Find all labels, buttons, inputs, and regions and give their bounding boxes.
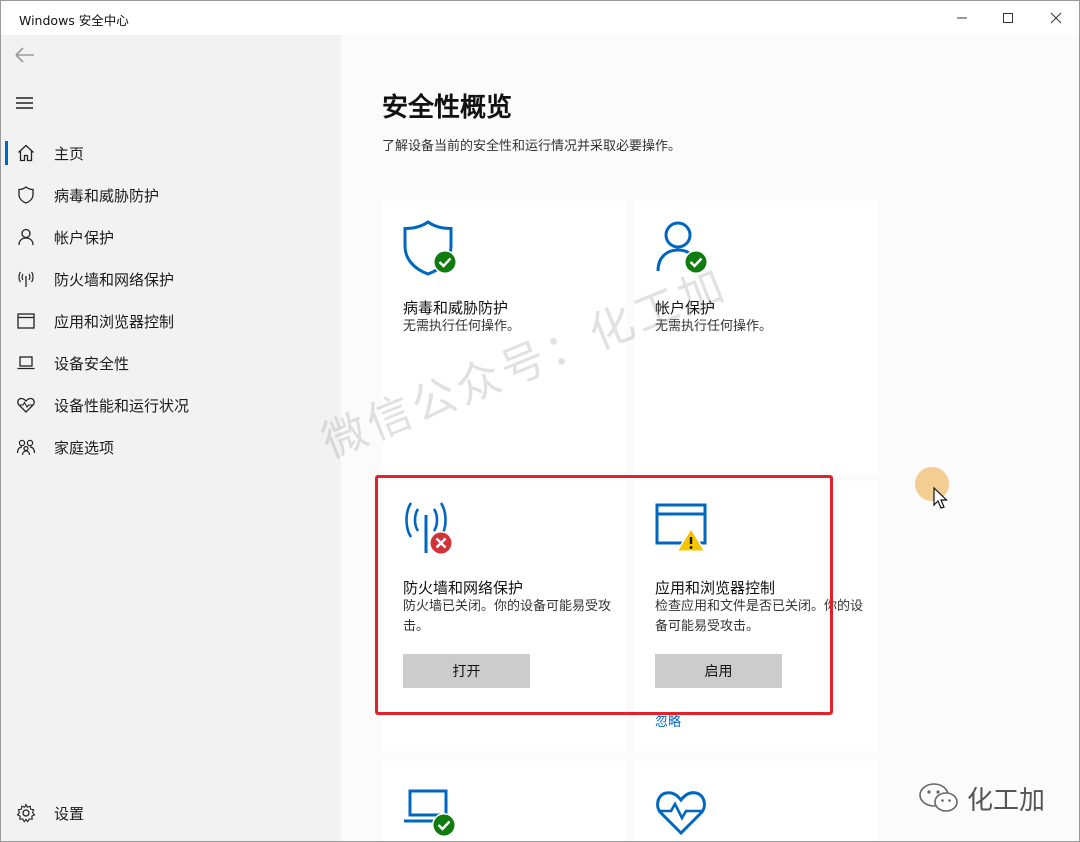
- sidebar-item-account-protection[interactable]: 帐户保护: [1, 217, 341, 257]
- gear-icon: [16, 803, 36, 823]
- brand-text: 化工加: [967, 785, 1046, 816]
- card-device-health[interactable]: [634, 761, 878, 841]
- card-title: 防火墙和网络保护: [403, 579, 524, 597]
- sidebar-item-virus-protection[interactable]: 病毒和威胁防护: [1, 175, 341, 215]
- window-warning-icon: [655, 503, 707, 552]
- minimize-button[interactable]: [937, 1, 987, 35]
- laptop-icon: [17, 356, 35, 370]
- family-icon: [16, 439, 36, 456]
- sidebar-item-label: 帐户保护: [54, 229, 115, 247]
- minimize-icon: [957, 17, 967, 19]
- sidebar-item-label: 病毒和威胁防护: [54, 187, 160, 205]
- back-button[interactable]: [13, 45, 37, 65]
- sidebar-item-device-health[interactable]: 设备性能和运行状况: [1, 385, 341, 425]
- sidebar-item-label: 防火墙和网络保护: [54, 271, 175, 289]
- card-firewall[interactable]: 防火墙和网络保护 防火墙已关闭。你的设备可能易受攻击。 打开: [382, 481, 626, 751]
- sidebar-item-label: 应用和浏览器控制: [54, 313, 175, 331]
- sidebar-item-device-security[interactable]: 设备安全性: [1, 343, 341, 383]
- card-description: 防火墙已关闭。你的设备可能易受攻击。: [403, 599, 612, 634]
- enable-button[interactable]: 启用: [655, 654, 782, 688]
- card-account-protection[interactable]: 帐户保护 无需执行任何操作。: [634, 201, 878, 475]
- person-check-icon: [656, 221, 708, 274]
- sidebar-item-family-options[interactable]: 家庭选项: [1, 427, 341, 467]
- card-app-browser-control[interactable]: 应用和浏览器控制 检查应用和文件是否已关闭。你的设备可能易受攻击。 启用 忽略: [634, 481, 878, 751]
- laptop-check-icon: [404, 789, 456, 837]
- windows-security-window: Windows 安全中心 主页 病毒和威胁防护 帐户保护 防火墙和网络保护 应用…: [0, 0, 1080, 842]
- close-button[interactable]: [1031, 1, 1079, 35]
- wechat-icon: [919, 783, 958, 812]
- main-content: 安全性概览 了解设备当前的安全性和运行情况并采取必要操作。 病毒和威胁防护 无需…: [341, 35, 1079, 841]
- page-title: 安全性概览: [382, 93, 513, 123]
- window-icon: [17, 313, 35, 329]
- card-description: 检查应用和文件是否已关闭。你的设备可能易受攻击。: [655, 599, 864, 634]
- mouse-pointer-icon: [933, 487, 948, 509]
- sidebar: 主页 病毒和威胁防护 帐户保护 防火墙和网络保护 应用和浏览器控制 设备安全性 …: [1, 35, 341, 841]
- card-title: 帐户保护: [655, 299, 716, 317]
- card-title: 应用和浏览器控制: [655, 579, 776, 597]
- page-description: 了解设备当前的安全性和运行情况并采取必要操作。: [382, 139, 682, 154]
- sidebar-item-settings[interactable]: 设置: [1, 793, 341, 833]
- card-description: 无需执行任何操作。: [655, 319, 773, 334]
- antenna-icon: [18, 271, 34, 287]
- sidebar-item-label: 设备安全性: [54, 355, 130, 373]
- settings-label: 设置: [54, 805, 85, 823]
- maximize-icon: [1003, 13, 1013, 23]
- close-icon: [1050, 12, 1062, 24]
- card-virus-protection[interactable]: 病毒和威胁防护 无需执行任何操作。: [382, 201, 626, 475]
- title-bar: Windows 安全中心: [1, 1, 1079, 35]
- turn-on-firewall-button[interactable]: 打开: [403, 654, 530, 688]
- heart-pulse-icon: [656, 791, 706, 836]
- sidebar-item-label: 家庭选项: [54, 439, 115, 457]
- hamburger-icon: [16, 97, 33, 109]
- card-device-security[interactable]: [382, 761, 626, 841]
- home-icon: [18, 144, 34, 162]
- sidebar-item-home[interactable]: 主页: [1, 133, 341, 173]
- person-icon: [18, 228, 34, 246]
- brand-logo: 化工加: [917, 781, 1046, 816]
- card-title: 病毒和威胁防护: [403, 299, 509, 317]
- sidebar-item-firewall[interactable]: 防火墙和网络保护: [1, 259, 341, 299]
- hamburger-menu-button[interactable]: [13, 93, 37, 113]
- maximize-button[interactable]: [983, 1, 1033, 35]
- heart-icon: [17, 397, 35, 413]
- shield-icon: [18, 186, 34, 204]
- sidebar-item-label: 主页: [54, 145, 85, 163]
- back-arrow-icon: [15, 47, 34, 63]
- shield-check-icon: [403, 220, 457, 276]
- card-description: 无需执行任何操作。: [403, 319, 521, 334]
- antenna-error-icon: [405, 502, 453, 555]
- sidebar-item-label: 设备性能和运行状况: [54, 397, 190, 415]
- sidebar-item-app-browser[interactable]: 应用和浏览器控制: [1, 301, 341, 341]
- app-title: Windows 安全中心: [19, 13, 129, 28]
- dismiss-link[interactable]: 忽略: [655, 711, 681, 730]
